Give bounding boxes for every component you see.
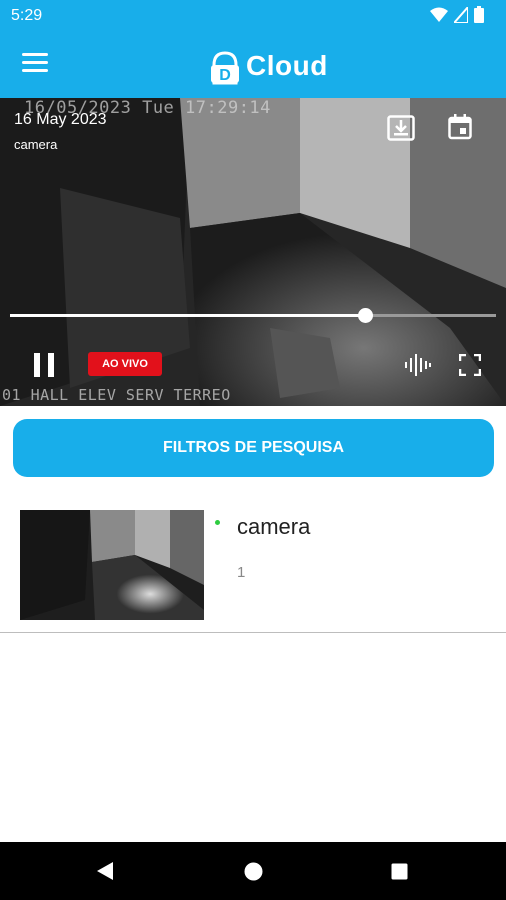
seek-thumb[interactable] bbox=[357, 308, 373, 323]
camera-thumbnail bbox=[20, 510, 204, 620]
download-icon[interactable] bbox=[387, 115, 415, 141]
system-nav-bar bbox=[0, 842, 506, 900]
search-filters-button[interactable]: FILTROS DE PESQUISA bbox=[13, 419, 494, 477]
calendar-icon[interactable] bbox=[448, 114, 472, 140]
list-divider bbox=[0, 632, 506, 633]
signal-icon bbox=[454, 6, 468, 23]
home-icon[interactable] bbox=[244, 862, 263, 881]
menu-button[interactable] bbox=[22, 53, 48, 75]
seek-progress bbox=[10, 314, 365, 317]
wifi-icon bbox=[430, 7, 448, 22]
seek-bar[interactable] bbox=[10, 308, 496, 323]
playback-camera-name: camera bbox=[14, 137, 58, 152]
brand-logo: D Cloud bbox=[208, 46, 328, 86]
video-player[interactable]: 16/05/2023 Tue 17:29:14 01 HALL ELEV SER… bbox=[0, 98, 506, 406]
list-item[interactable]: camera 1 bbox=[0, 498, 506, 632]
pause-icon[interactable] bbox=[33, 352, 55, 378]
camera-number: 1 bbox=[237, 564, 246, 581]
fullscreen-icon[interactable] bbox=[459, 354, 481, 376]
playback-date: 16 May 2023 bbox=[14, 111, 107, 128]
audio-waveform-icon[interactable] bbox=[403, 353, 433, 377]
live-badge[interactable]: AO VIVO bbox=[88, 352, 162, 376]
osd-label: 01 HALL ELEV SERV TERREO bbox=[2, 386, 231, 404]
online-status-dot bbox=[215, 520, 220, 525]
brand-name: Cloud bbox=[246, 50, 328, 81]
battery-icon bbox=[474, 6, 484, 23]
recents-icon[interactable] bbox=[391, 863, 408, 880]
cloud-logo-icon: D bbox=[211, 51, 239, 85]
hamburger-icon bbox=[22, 53, 48, 56]
back-icon[interactable] bbox=[96, 861, 114, 881]
status-icons bbox=[430, 6, 484, 23]
camera-name: camera bbox=[237, 514, 311, 539]
app-header: 5:29 D Cloud bbox=[0, 0, 506, 98]
status-time: 5:29 bbox=[11, 7, 43, 24]
brand-letter: D bbox=[219, 67, 231, 84]
